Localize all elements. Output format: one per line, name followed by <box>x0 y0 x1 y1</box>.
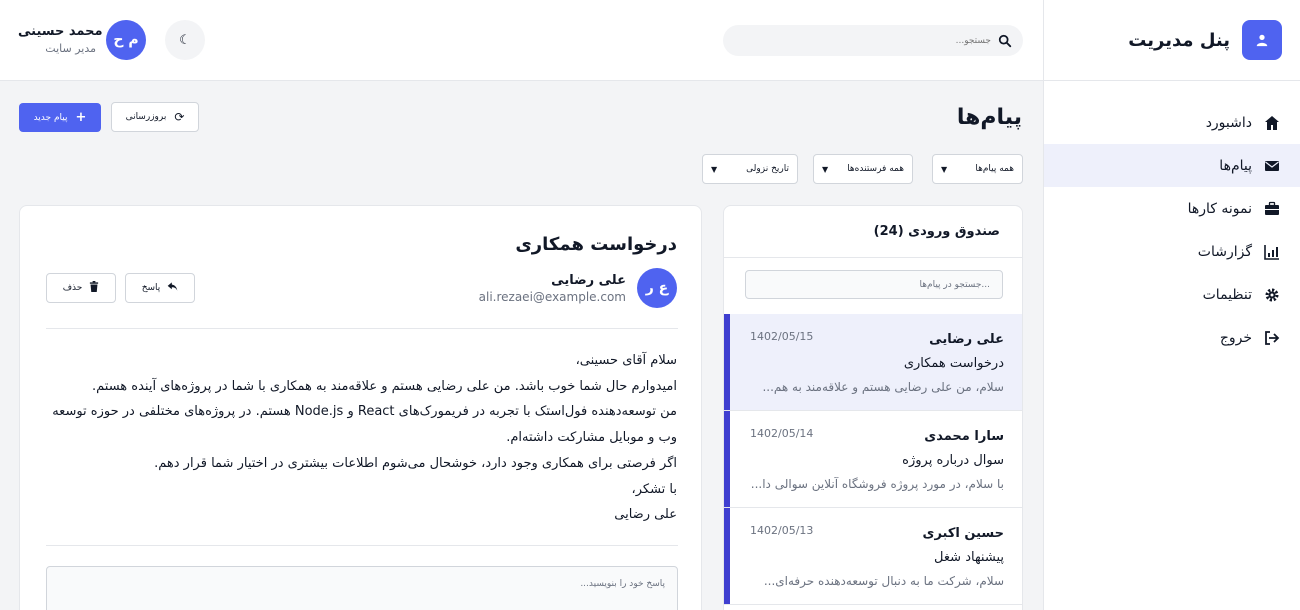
message-sender: حسین اکبری <box>922 526 1004 541</box>
inbox-title: صندوق ورودی (24) <box>724 206 1022 258</box>
message-preview: با سلام، در مورد پروژه فروشگاه آنلاین سو… <box>750 477 1004 491</box>
list-item[interactable]: علی رضایی 1402/05/15 درخواست همکاری سلام… <box>724 314 1022 411</box>
sidebar-item-label: پیام‌ها <box>1219 157 1252 174</box>
list-indicator <box>724 411 730 507</box>
top-header: ☾ م ح محمد حسینی مدیر سایت <box>0 0 1043 81</box>
message-subject: درخواست همکاری <box>903 356 1004 371</box>
inbox-panel: صندوق ورودی (24) جستجو در پیام‌ها... علی… <box>723 205 1023 610</box>
new-message-label: پیام جدید <box>33 112 68 123</box>
sidebar-item-settings[interactable]: تنظیمات <box>1044 273 1300 316</box>
body-line: با تشکر، <box>631 481 677 497</box>
briefcase-icon <box>1264 201 1280 217</box>
search-box[interactable] <box>723 25 1023 56</box>
list-item[interactable]: سارا محمدی 1402/05/14 سوال درباره پروژه … <box>724 411 1022 508</box>
body-line: سلام آقای حسینی، <box>575 353 677 368</box>
avatar[interactable]: م ح <box>106 20 146 60</box>
filter-value: همه فرستنده‌ها <box>847 164 904 174</box>
sidebar: پنل مدیریت داشبورد پیام‌ها نمونه کارها <box>1043 0 1300 610</box>
envelope-icon <box>1264 158 1280 174</box>
chevron-down-icon: ▼ <box>822 164 829 174</box>
message-detail-panel: درخواست همکاری ع ر علی رضایی ali.rezaei@… <box>19 205 702 610</box>
list-item[interactable]: حسین اکبری 1402/05/13 پیشنهاد شغل سلام، … <box>724 508 1022 605</box>
body-line: من توسعه‌دهنده فول‌استک با تجربه در فریم… <box>52 404 677 446</box>
refresh-button[interactable]: بروزرسانی ⟳ <box>111 102 199 132</box>
chevron-down-icon: ▼ <box>711 164 718 174</box>
brand-title: پنل مدیریت <box>1128 29 1230 51</box>
sidebar-item-label: نمونه کارها <box>1187 200 1252 217</box>
delete-label: حذف <box>62 283 83 293</box>
message-date: 1402/05/15 <box>750 330 814 343</box>
new-message-button[interactable]: پیام جدید + <box>19 103 101 132</box>
refresh-icon: ⟳ <box>174 110 185 124</box>
reply-button[interactable]: پاسخ <box>125 273 195 303</box>
sidebar-item-label: خروج <box>1219 329 1252 346</box>
sidebar-item-messages[interactable]: پیام‌ها <box>1044 144 1300 187</box>
search-input[interactable] <box>733 35 991 46</box>
message-date: 1402/05/13 <box>750 524 814 537</box>
sender-name: علی رضایی <box>551 273 626 288</box>
sidebar-item-dashboard[interactable]: داشبورد <box>1044 101 1300 144</box>
chart-icon <box>1264 244 1280 260</box>
inbox-search-input[interactable]: جستجو در پیام‌ها... <box>745 270 1003 299</box>
plus-icon: + <box>75 110 87 125</box>
reply-icon <box>167 281 178 295</box>
page-title: پیام‌ها <box>956 105 1022 130</box>
message-preview: سلام، شرکت ما به دنبال توسعه‌دهنده حرفه‌… <box>763 574 1004 588</box>
message-sender: سارا محمدی <box>924 429 1004 444</box>
sidebar-item-logout[interactable]: خروج <box>1044 316 1300 359</box>
reply-label: پاسخ <box>141 283 161 293</box>
reply-textarea[interactable]: پاسخ خود را بنویسید... <box>46 566 678 610</box>
message-subject: پیشنهاد شغل <box>934 550 1004 565</box>
sidebar-header: پنل مدیریت <box>1044 0 1300 81</box>
sidebar-item-reports[interactable]: گزارشات <box>1044 230 1300 273</box>
user-info: محمد حسینی مدیر سایت <box>18 24 103 55</box>
filter-message-type[interactable]: ▼ همه پیام‌ها <box>932 154 1023 184</box>
list-indicator <box>724 508 730 604</box>
trash-icon <box>89 281 99 295</box>
logout-icon <box>1264 330 1280 346</box>
message-subject: سوال درباره پروژه <box>902 453 1004 468</box>
message-preview: سلام، من علی رضایی هستم و علاقه‌مند به ه… <box>762 380 1004 394</box>
sidebar-item-label: گزارشات <box>1197 243 1252 260</box>
filter-sender[interactable]: ▼ همه فرستنده‌ها <box>813 154 913 184</box>
body-line: اگر فرصتی برای همکاری وجود دارد، خوشحال … <box>154 455 677 471</box>
refresh-label: بروزرسانی <box>125 112 167 122</box>
user-shield-icon <box>1242 20 1282 60</box>
avatar: ع ر <box>637 268 677 308</box>
message-sender: علی رضایی <box>929 332 1004 347</box>
sidebar-item-label: تنظیمات <box>1202 286 1252 303</box>
message-body: سلام آقای حسینی، امیدوارم حال شما خوب با… <box>37 348 677 528</box>
delete-button[interactable]: حذف <box>46 273 116 303</box>
sidebar-nav: داشبورد پیام‌ها نمونه کارها گزارشات تنظی… <box>1044 101 1300 359</box>
user-role: مدیر سایت <box>45 42 96 55</box>
chevron-down-icon: ▼ <box>941 164 948 174</box>
filter-value: تاریخ نزولی <box>746 164 789 174</box>
divider <box>46 328 678 329</box>
user-name: محمد حسینی <box>18 24 103 39</box>
message-title: درخواست همکاری <box>515 234 677 255</box>
moon-icon: ☾ <box>179 32 191 48</box>
filter-value: همه پیام‌ها <box>975 164 1014 174</box>
message-date: 1402/05/14 <box>750 427 814 440</box>
gear-icon <box>1264 287 1280 303</box>
home-icon <box>1264 115 1280 131</box>
sidebar-item-label: داشبورد <box>1205 114 1252 131</box>
sidebar-item-portfolio[interactable]: نمونه کارها <box>1044 187 1300 230</box>
sender-email: ali.rezaei@example.com <box>478 290 626 304</box>
search-icon <box>997 33 1013 49</box>
body-line: علی رضایی <box>614 507 677 523</box>
divider <box>46 545 678 546</box>
body-line: امیدوارم حال شما خوب باشد. من علی رضایی … <box>91 378 677 394</box>
active-indicator <box>724 314 730 410</box>
filter-sort-order[interactable]: ▼ تاریخ نزولی <box>702 154 798 184</box>
theme-toggle-button[interactable]: ☾ <box>165 20 205 60</box>
